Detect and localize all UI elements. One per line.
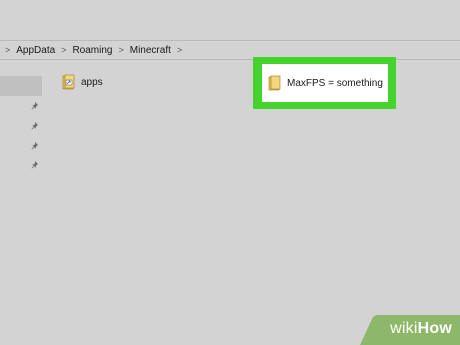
pin-icon[interactable] bbox=[30, 121, 40, 131]
chevron-right-icon[interactable]: > bbox=[177, 45, 182, 55]
file-name: apps bbox=[81, 76, 103, 88]
sidebar-selected-item[interactable] bbox=[0, 76, 42, 96]
breadcrumb-item-minecraft[interactable]: Minecraft bbox=[130, 45, 171, 56]
file-item-apps[interactable]: apps bbox=[62, 74, 103, 90]
wikihow-logo-text: wikiHow bbox=[390, 320, 452, 337]
chevron-right-icon[interactable]: > bbox=[118, 45, 123, 55]
folder-shortcut-icon bbox=[62, 74, 75, 90]
pin-icon[interactable] bbox=[30, 101, 40, 111]
pin-icon[interactable] bbox=[30, 141, 40, 151]
chevron-right-icon[interactable]: > bbox=[5, 45, 10, 55]
chevron-right-icon[interactable]: > bbox=[61, 45, 66, 55]
pin-icon[interactable] bbox=[30, 160, 40, 170]
folder-icon bbox=[268, 75, 281, 91]
file-name[interactable]: MaxFPS = something bbox=[287, 78, 383, 89]
breadcrumb-item-roaming[interactable]: Roaming bbox=[72, 45, 112, 56]
file-item-maxfps[interactable]: MaxFPS = something bbox=[268, 75, 383, 91]
breadcrumb-item-appdata[interactable]: AppData bbox=[16, 45, 55, 56]
